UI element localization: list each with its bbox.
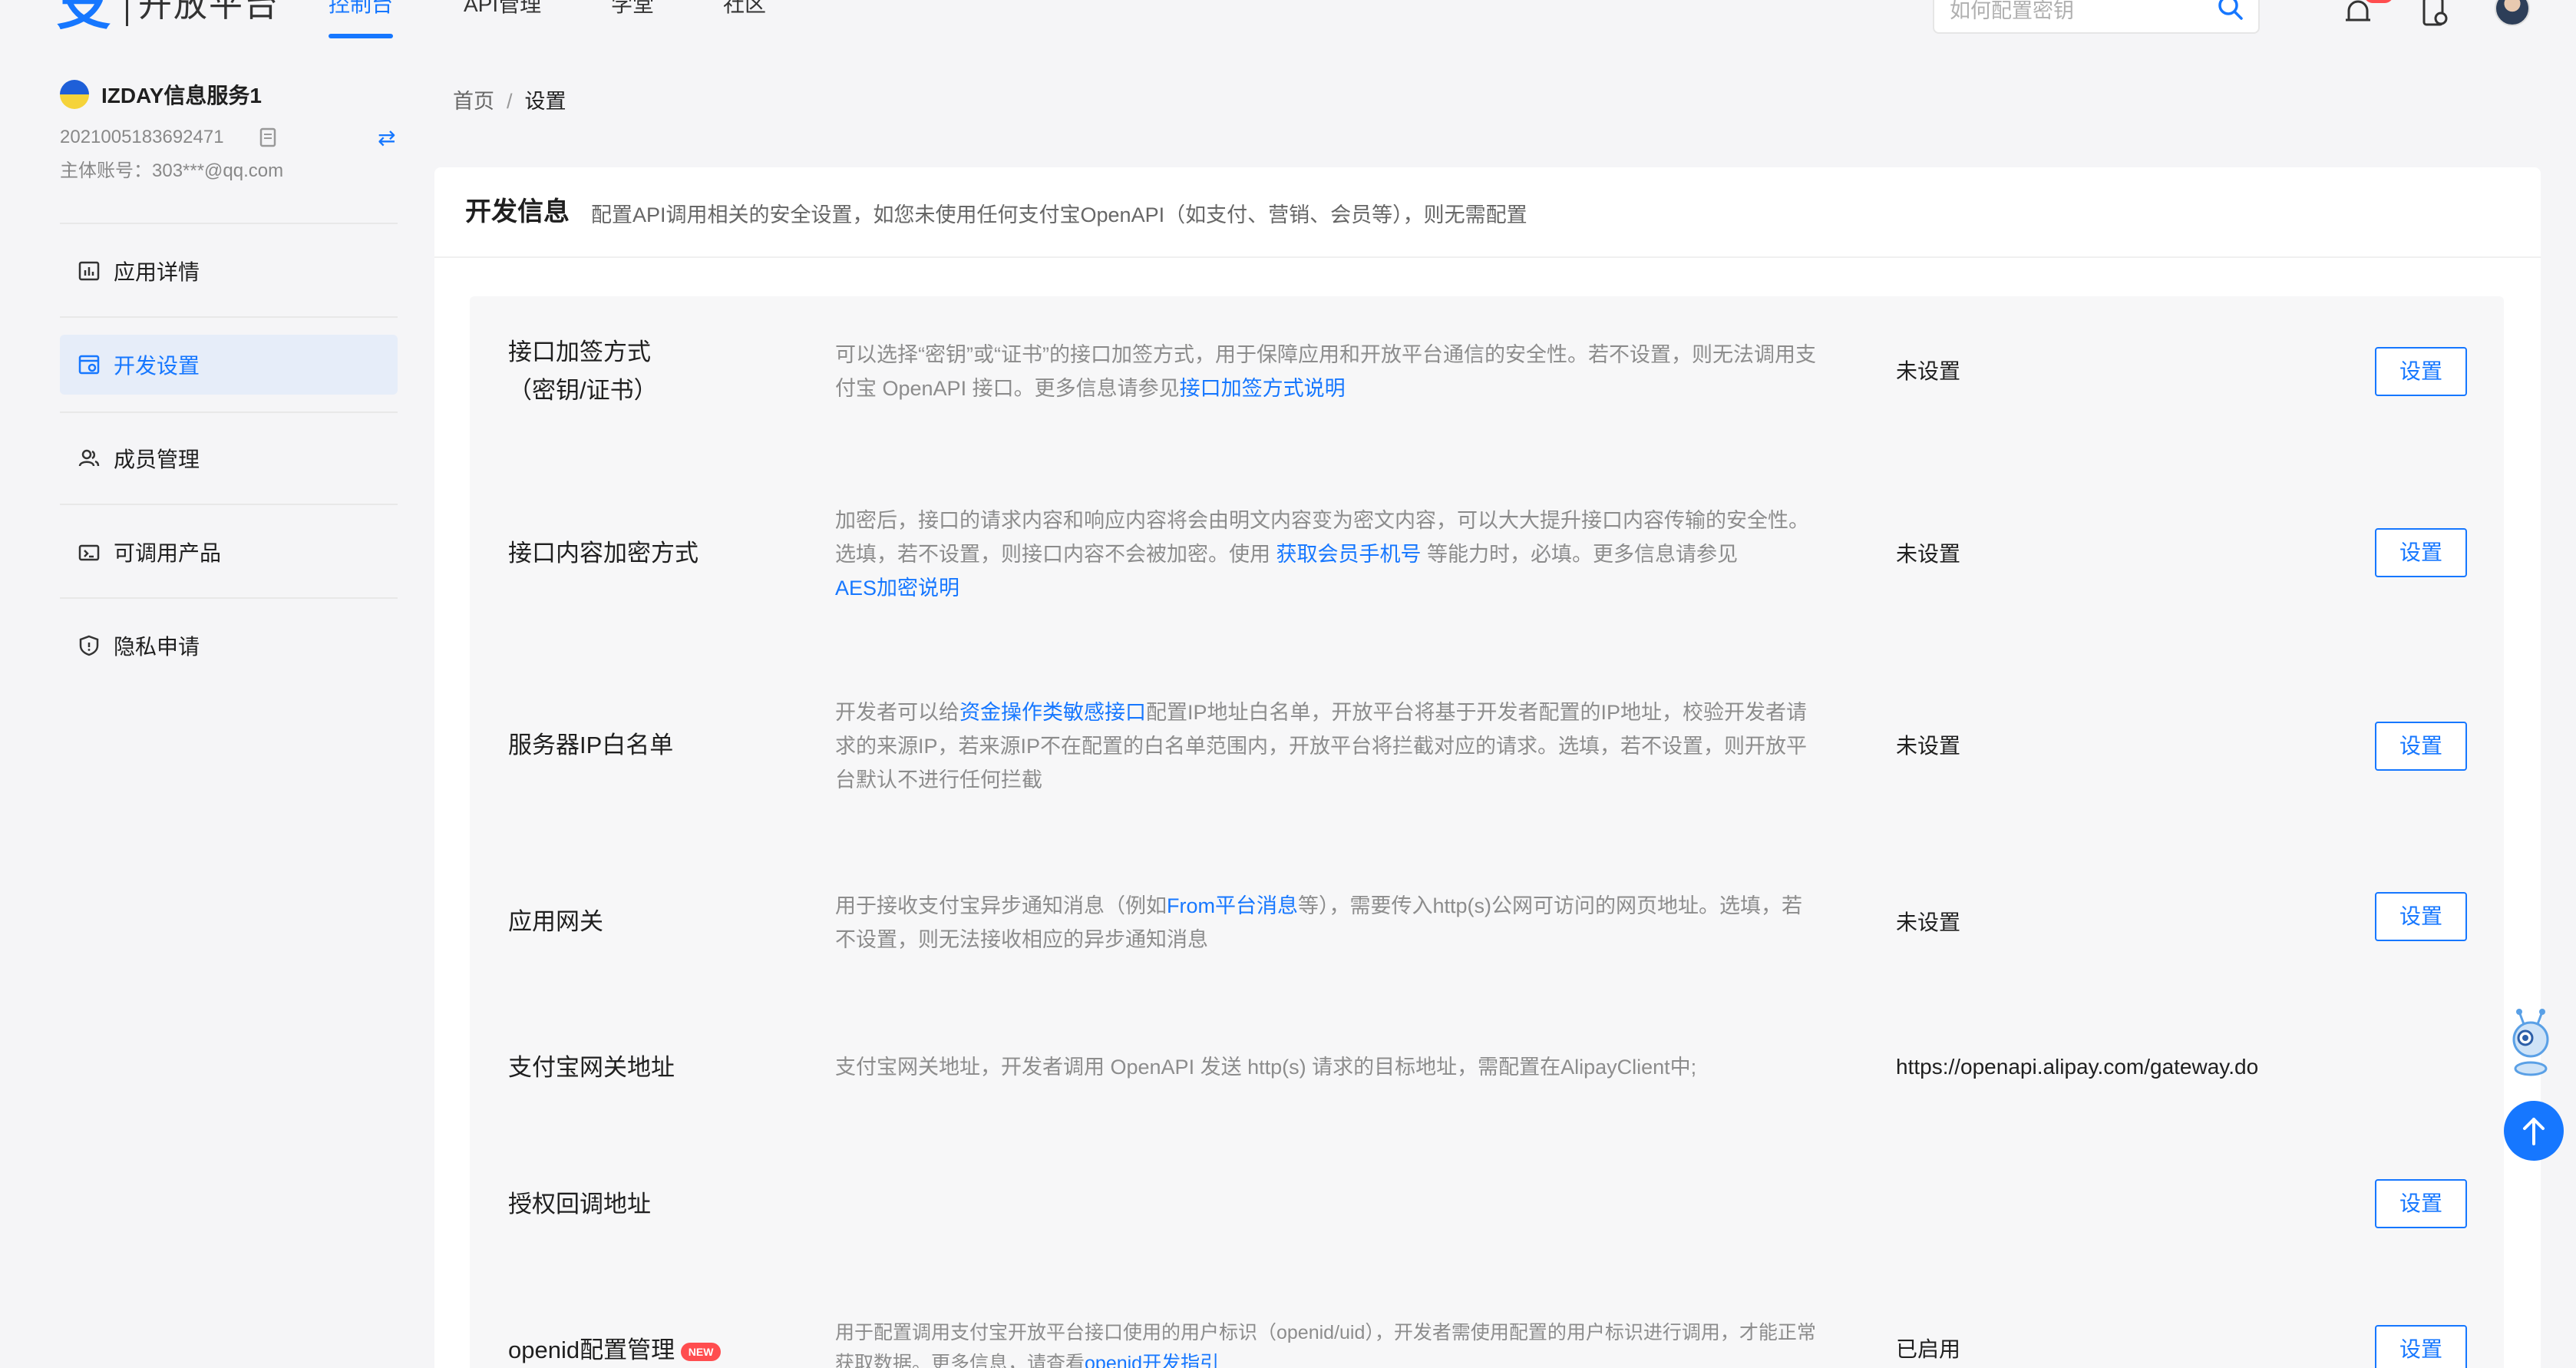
sidebar-item-label: 开发设置	[114, 354, 200, 378]
bell-icon[interactable]	[2341, 0, 2375, 29]
row-status: 已启用	[1896, 1337, 1961, 1361]
row-desc-alipay-gateway: 支付宝网关地址，开发者调用 OpenAPI 发送 http(s) 请求的目标地址…	[835, 1056, 1697, 1079]
openid-set-button[interactable]: 设置	[2375, 1325, 2467, 1368]
settings-panel	[470, 296, 2504, 1368]
nav-active-indicator	[329, 34, 393, 38]
ip-whitelist-set-button[interactable]: 设置	[2375, 722, 2467, 771]
desc-text: 开发者可以给	[835, 701, 959, 724]
switch-app-icon[interactable]: ⇄	[378, 127, 399, 149]
app-avatar	[60, 80, 89, 109]
row-desc-encryption: 加密后，接口的请求内容和响应内容将会由明文内容变为密文内容，可以大大提升接口内容…	[835, 504, 1818, 605]
desc-text: 用于接收支付宝异步通知消息（例如	[835, 894, 1167, 917]
owner-account: 主体账号：303***@qq.com	[60, 160, 284, 181]
row-title-ip-whitelist: 服务器IP白名单	[508, 732, 674, 758]
from-platform-message-link[interactable]: From平台消息	[1167, 894, 1298, 917]
sidebar-item-app-details[interactable]: 应用详情	[60, 241, 398, 301]
auth-callback-set-button[interactable]: 设置	[2375, 1179, 2467, 1228]
section-description: 配置API调用相关的安全设置，如您未使用任何支付宝OpenAPI（如支付、营销、…	[591, 203, 1527, 226]
chart-icon	[78, 261, 100, 281]
members-icon	[78, 449, 100, 467]
copy-icon[interactable]	[256, 126, 278, 149]
sidebar-item-label: 应用详情	[114, 260, 200, 284]
row-title-encryption: 接口内容加密方式	[508, 540, 698, 567]
products-icon	[78, 544, 100, 561]
card-header: 开发信息 配置API调用相关的安全设置，如您未使用任何支付宝OpenAPI（如支…	[434, 167, 2541, 258]
row-title-line: 接口加签方式	[508, 339, 651, 365]
row-status: 未设置	[1896, 542, 1961, 566]
nav-academy[interactable]: 学堂	[611, 0, 654, 20]
nav-console[interactable]: 控制台	[329, 0, 393, 20]
sidebar-divider	[60, 597, 398, 599]
sidebar-divider	[60, 316, 398, 318]
breadcrumb: 首页 / 设置	[453, 88, 566, 115]
row-title-app-gateway: 应用网关	[508, 908, 603, 935]
sensitive-api-link[interactable]: 资金操作类敏感接口	[959, 701, 1146, 724]
sign-method-set-button[interactable]: 设置	[2375, 347, 2467, 396]
row-status: 未设置	[1896, 734, 1961, 758]
app-id: 2021005183692471	[60, 127, 224, 147]
task-clipboard-icon[interactable]	[2418, 0, 2452, 29]
sidebar-item-label: 可调用产品	[114, 541, 222, 565]
row-title-auth-callback: 授权回调地址	[508, 1191, 651, 1218]
row-desc-ip-whitelist: 开发者可以给资金操作类敏感接口配置IP地址白名单，开放平台将基于开发者配置的IP…	[835, 696, 1818, 797]
row-title-openid: openid配置管理 NEW	[508, 1331, 722, 1368]
search-icon[interactable]	[2215, 0, 2246, 23]
nav-api-management[interactable]: API管理	[464, 0, 541, 20]
sidebar-divider	[60, 223, 398, 224]
app-name: IZDAY信息服务1	[101, 84, 263, 107]
sidebar-item-privacy[interactable]: 隐私申请	[60, 616, 398, 676]
logo-text: 开放平台	[138, 0, 279, 24]
sidebar-item-label: 隐私申请	[114, 635, 200, 659]
row-title-alipay-gateway: 支付宝网关地址	[508, 1054, 675, 1081]
nav-community[interactable]: 社区	[723, 0, 766, 20]
sign-method-doc-link[interactable]: 接口加签方式说明	[1180, 377, 1346, 400]
sidebar-item-products[interactable]: 可调用产品	[60, 522, 398, 582]
breadcrumb-separator: /	[507, 90, 513, 113]
sidebar-item-label: 成员管理	[114, 448, 200, 471]
sidebar-divider	[60, 411, 398, 413]
row-title-line: （密钥/证书）	[508, 377, 658, 404]
desc-text: 用于配置调用支付宝开放平台接口使用的用户标识（openid/uid），开发者需使…	[835, 1322, 1816, 1368]
search-box	[1933, 0, 2260, 34]
arrow-up-icon	[2523, 1118, 2545, 1145]
encryption-set-button[interactable]: 设置	[2375, 528, 2467, 577]
sidebar-item-members[interactable]: 成员管理	[60, 428, 398, 488]
assistant-robot-icon[interactable]	[2504, 1007, 2558, 1078]
row-desc-sign-method: 可以选择“密钥”或“证书”的接口加签方式，用于保障应用和开放平台通信的安全性。若…	[835, 338, 1818, 405]
breadcrumb-home[interactable]: 首页	[453, 90, 494, 113]
app-gateway-set-button[interactable]: 设置	[2375, 892, 2467, 941]
user-avatar[interactable]	[2495, 0, 2530, 26]
top-nav-bar: 支 开放平台 控制台 API管理 学堂 社区	[0, 0, 2576, 46]
desc-text: 等能力时，必填。更多信息请参见	[1421, 543, 1739, 566]
sidebar-item-dev-settings[interactable]: 开发设置	[60, 335, 398, 395]
row-title-sign-method: 接口加签方式 （密钥/证书）	[508, 333, 658, 410]
row-status: 未设置	[1896, 910, 1961, 934]
shield-icon	[79, 635, 99, 656]
alipay-logo-icon[interactable]: 支	[57, 0, 112, 32]
get-phone-link[interactable]: 获取会员手机号	[1276, 543, 1422, 566]
section-title: 开发信息	[465, 197, 570, 226]
sidebar-divider	[60, 504, 398, 505]
row-title-text: openid配置管理	[508, 1337, 675, 1363]
logo-divider	[126, 0, 128, 26]
row-status: 未设置	[1896, 359, 1961, 383]
search-input[interactable]	[1950, 0, 2203, 26]
new-badge: NEW	[681, 1342, 722, 1361]
dev-settings-icon	[78, 355, 100, 375]
row-desc-app-gateway: 用于接收支付宝异步通知消息（例如From平台消息等），需要传入http(s)公网…	[835, 889, 1818, 957]
back-to-top-button[interactable]	[2504, 1101, 2564, 1161]
aes-doc-link[interactable]: AES加密说明	[835, 577, 959, 600]
row-desc-openid: 用于配置调用支付宝开放平台接口使用的用户标识（openid/uid），开发者需使…	[835, 1317, 1818, 1368]
breadcrumb-current: 设置	[524, 90, 566, 113]
openid-guide-link[interactable]: openid开发指引	[1085, 1353, 1219, 1368]
alipay-gateway-url: https://openapi.alipay.com/gateway.do	[1896, 1055, 2259, 1079]
